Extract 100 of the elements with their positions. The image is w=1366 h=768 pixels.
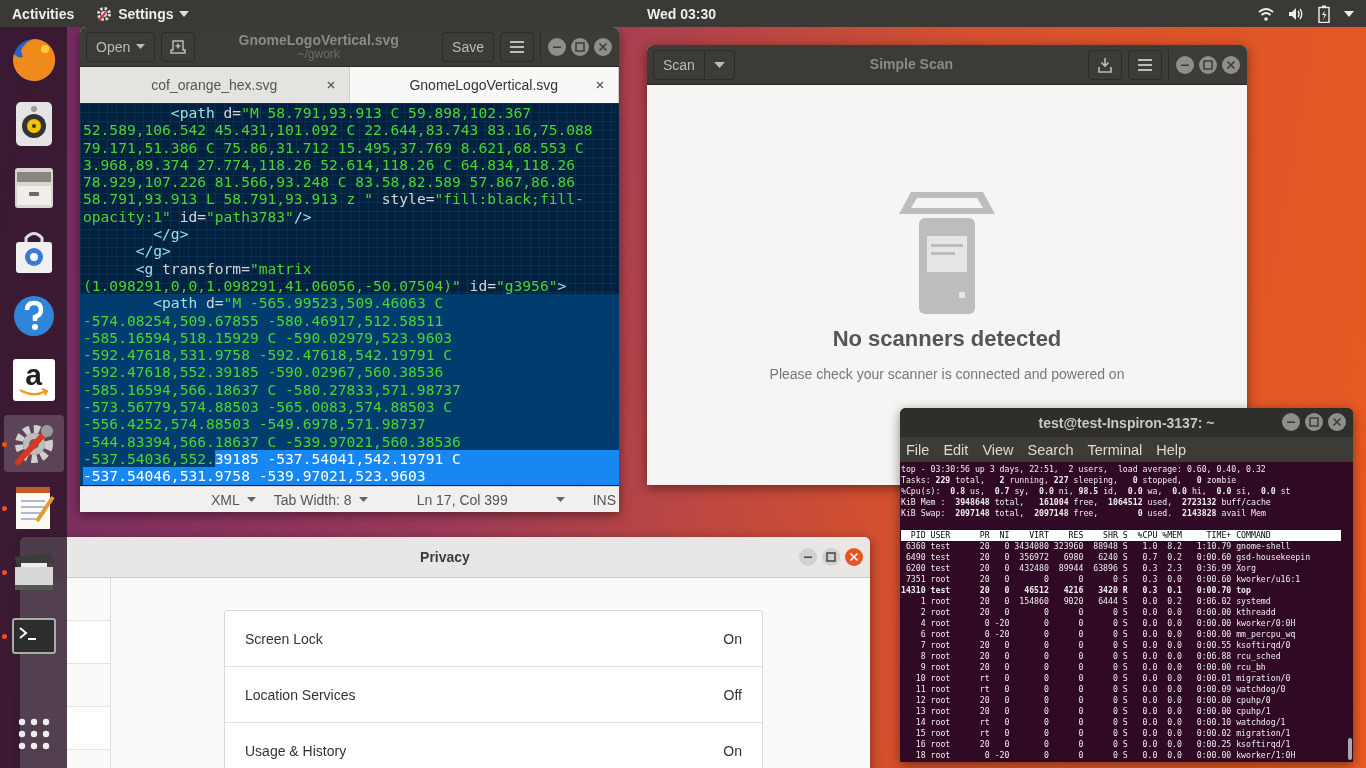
settings-row[interactable]: Location Services Off [225, 667, 762, 723]
menu-button[interactable] [500, 31, 534, 62]
language-selector[interactable]: XML [211, 491, 256, 508]
menu-icon [510, 40, 524, 53]
app-menu[interactable]: Settings [96, 5, 190, 22]
code-line: <path d="M 58.791,93.913 C 59.898,102.367 [169, 104, 533, 122]
process-row-text: 7 root 20 0 0 0 0 S 0.0 0.0 0:00.55 ksoftirqd/0 [919, 640, 1292, 651]
setting-value: On [723, 742, 742, 759]
dock-item[interactable] [3, 415, 64, 472]
process-row-text: 18 root 0 -20 0 0 0 S 0.0 0.0 0:00.00 kworker/1:0H [914, 750, 1297, 761]
settings-row[interactable]: Usage & History On [225, 723, 762, 768]
tab-label: GnomeLogoVertical.svg [409, 77, 559, 93]
close-button[interactable] [844, 547, 864, 567]
menu-item[interactable]: Edit [943, 441, 969, 458]
process-row-text: 6360 test 20 0 3434080 323960 88948 S 1.0 8.2 1:10.79 gnome-shell [904, 541, 1292, 552]
code-line: </g> [152, 225, 190, 243]
window-title: GnomeLogoVertical.svg [238, 31, 399, 48]
table-header: PID USER PR NI VIRT RES SHR S %CPU %MEM TIME+ COMMAND [901, 530, 1341, 541]
tab-width-selector[interactable]: Tab Width: 8 [273, 491, 368, 508]
close-button[interactable] [1327, 412, 1347, 432]
open-button[interactable]: Open [86, 31, 156, 62]
process-row-text: 7351 root 20 0 0 0 0 S 0.3 0.0 0:00.60 kworker/u16:1 [904, 574, 1302, 585]
settings-row[interactable]: Screen Lock On [225, 611, 762, 667]
code-editor[interactable] [80, 103, 619, 486]
process-row-text: 6490 test 20 0 356972 6980 6240 S 0.7 0.2 0:00.60 gsd-housekeepin [904, 552, 1312, 563]
process-row-text: 10 root rt 0 0 0 0 S 0.0 0.0 0:00.01 migration/0 [914, 673, 1292, 684]
process-row-text: 13 root 20 0 0 0 0 S 0.0 0.0 0:00.00 cpuhp/1 [914, 706, 1272, 717]
minimize-button[interactable] [798, 547, 818, 567]
caret-icon [713, 61, 725, 68]
code-line: 3.968,89.374 27.774,118.26 52.614,118.26 C 64.834,118.26 [82, 155, 577, 174]
menu-item[interactable]: File [906, 441, 930, 458]
menu-item[interactable]: Search [1027, 441, 1074, 458]
save-button[interactable]: Save [442, 31, 494, 62]
process-row-text: 14 root rt 0 0 0 0 S 0.0 0.0 0:00.10 watchdog/1 [914, 717, 1287, 728]
caret-icon [358, 497, 368, 502]
dropdown-button[interactable] [704, 49, 735, 80]
maximize-button[interactable] [821, 547, 841, 567]
close-icon[interactable] [326, 81, 335, 89]
code-line: 78.929,107.226 81.566,93.248 C 83.58,82.589 57.867,86.86 [82, 173, 577, 191]
setting-label: Location Services [245, 686, 356, 703]
window-subtitle: ~/gwork [297, 47, 340, 62]
new-tab-button[interactable] [161, 31, 196, 62]
close-button[interactable] [1221, 54, 1241, 75]
menu-button[interactable] [1128, 49, 1162, 80]
minimize-button[interactable] [1281, 412, 1301, 432]
terminal-line: %Cpu(s): 0.8 us, 0.7 sy, 0.0 ni, 98.5 id, 0.0 wa, 0.0 hi, 0.0 si, 0.0 st [901, 486, 1292, 497]
download-icon [1098, 56, 1112, 73]
volume-icon[interactable] [1288, 6, 1304, 21]
amazon-app-icon: a [12, 358, 55, 401]
caret-icon [179, 10, 190, 17]
process-row-text: 6200 test 20 0 432480 89944 63896 S 0.3 2.3 0:36.99 Xorg [904, 563, 1257, 574]
gear-icon [96, 5, 113, 22]
process-row-text: 9 root 20 0 0 0 0 S 0.0 0.0 0:00.00 rcu_bh [919, 662, 1267, 673]
setting-value: On [723, 630, 742, 647]
minimize-button[interactable] [547, 36, 567, 57]
menu-item[interactable]: Help [1156, 441, 1187, 458]
code-line: (1.098291,0,0,1.098291,41.06056,-50.07504)" id="g3956"> [82, 276, 568, 295]
process-row-text: 12 root 20 0 0 0 0 S 0.0 0.0 0:00.00 cpuhp/0 [914, 695, 1272, 706]
code-line: 52.589,106.542 45.431,101.092 C 22.644,83.743 83.16,75.088 [82, 121, 594, 139]
window-title: Simple Scan [869, 56, 954, 73]
process-row-text: 11 root rt 0 0 0 0 S 0.0 0.0 0:00.09 watchdog/0 [914, 684, 1287, 695]
process-row-text: 6 root 0 -20 0 0 0 S 0.0 0.0 0:00.00 mm_percpu_wq [919, 629, 1297, 640]
tab[interactable]: GnomeLogoVertical.svg [349, 67, 619, 103]
activities-button[interactable]: Activities [12, 5, 75, 22]
dock-item[interactable]: a [3, 351, 64, 408]
save-button[interactable] [1088, 49, 1122, 80]
scrollbar[interactable] [1348, 738, 1352, 760]
menu-icon [1138, 58, 1152, 71]
new-tab-icon [170, 38, 187, 55]
scanner-icon [897, 192, 997, 314]
setting-value: Off [723, 686, 742, 703]
process-row-text: 14310 test 20 0 46512 4216 3420 R 0.3 0.1 0:00.70 top [901, 585, 1252, 596]
caret-icon [246, 497, 256, 502]
scan-button[interactable]: Scan [653, 49, 705, 80]
empty-state-hint: Please check your scanner is connected and powered on [769, 366, 1125, 382]
help-icon [11, 293, 56, 338]
app-grid-icon [17, 717, 50, 750]
caret-icon [136, 44, 146, 49]
minimize-button[interactable] [1175, 54, 1195, 75]
process-row-text: 16 root 20 0 0 0 0 S 0.0 0.0 0:00.25 ksoftirqd/1 [914, 739, 1292, 750]
empty-state-title: No scanners detected [832, 326, 1062, 352]
close-button[interactable] [593, 36, 613, 57]
maximize-button[interactable] [1304, 412, 1324, 432]
terminal-line: KiB Swap: 2097148 total, 2097148 free, 0 used. 2143828 avail Mem [901, 508, 1267, 519]
battery-icon[interactable] [1318, 4, 1330, 23]
code-line: <g transform="matrix [134, 259, 313, 277]
process-row-text: 4 root 0 -20 0 0 0 S 0.0 0.0 0:00.00 kworker/0:0H [919, 618, 1297, 629]
caret-icon[interactable] [1344, 10, 1354, 17]
menu-item[interactable]: Terminal [1087, 441, 1143, 458]
maximize-button[interactable] [570, 36, 590, 57]
menu-item[interactable]: View [982, 441, 1014, 458]
setting-label: Usage & History [245, 742, 347, 759]
wifi-icon[interactable] [1258, 6, 1274, 21]
setting-label: Screen Lock [245, 630, 323, 647]
process-row-text: 15 root rt 0 0 0 0 S 0.0 0.0 0:00.02 migration/1 [914, 728, 1292, 739]
caret-icon[interactable] [555, 497, 565, 502]
process-row-text: 1 root 20 0 154860 9020 6444 S 0.0 0.2 0:06.02 systemd [919, 596, 1272, 607]
clock[interactable]: Wed 03:30 [647, 5, 716, 22]
maximize-button[interactable] [1198, 54, 1218, 75]
close-icon[interactable] [596, 81, 604, 89]
